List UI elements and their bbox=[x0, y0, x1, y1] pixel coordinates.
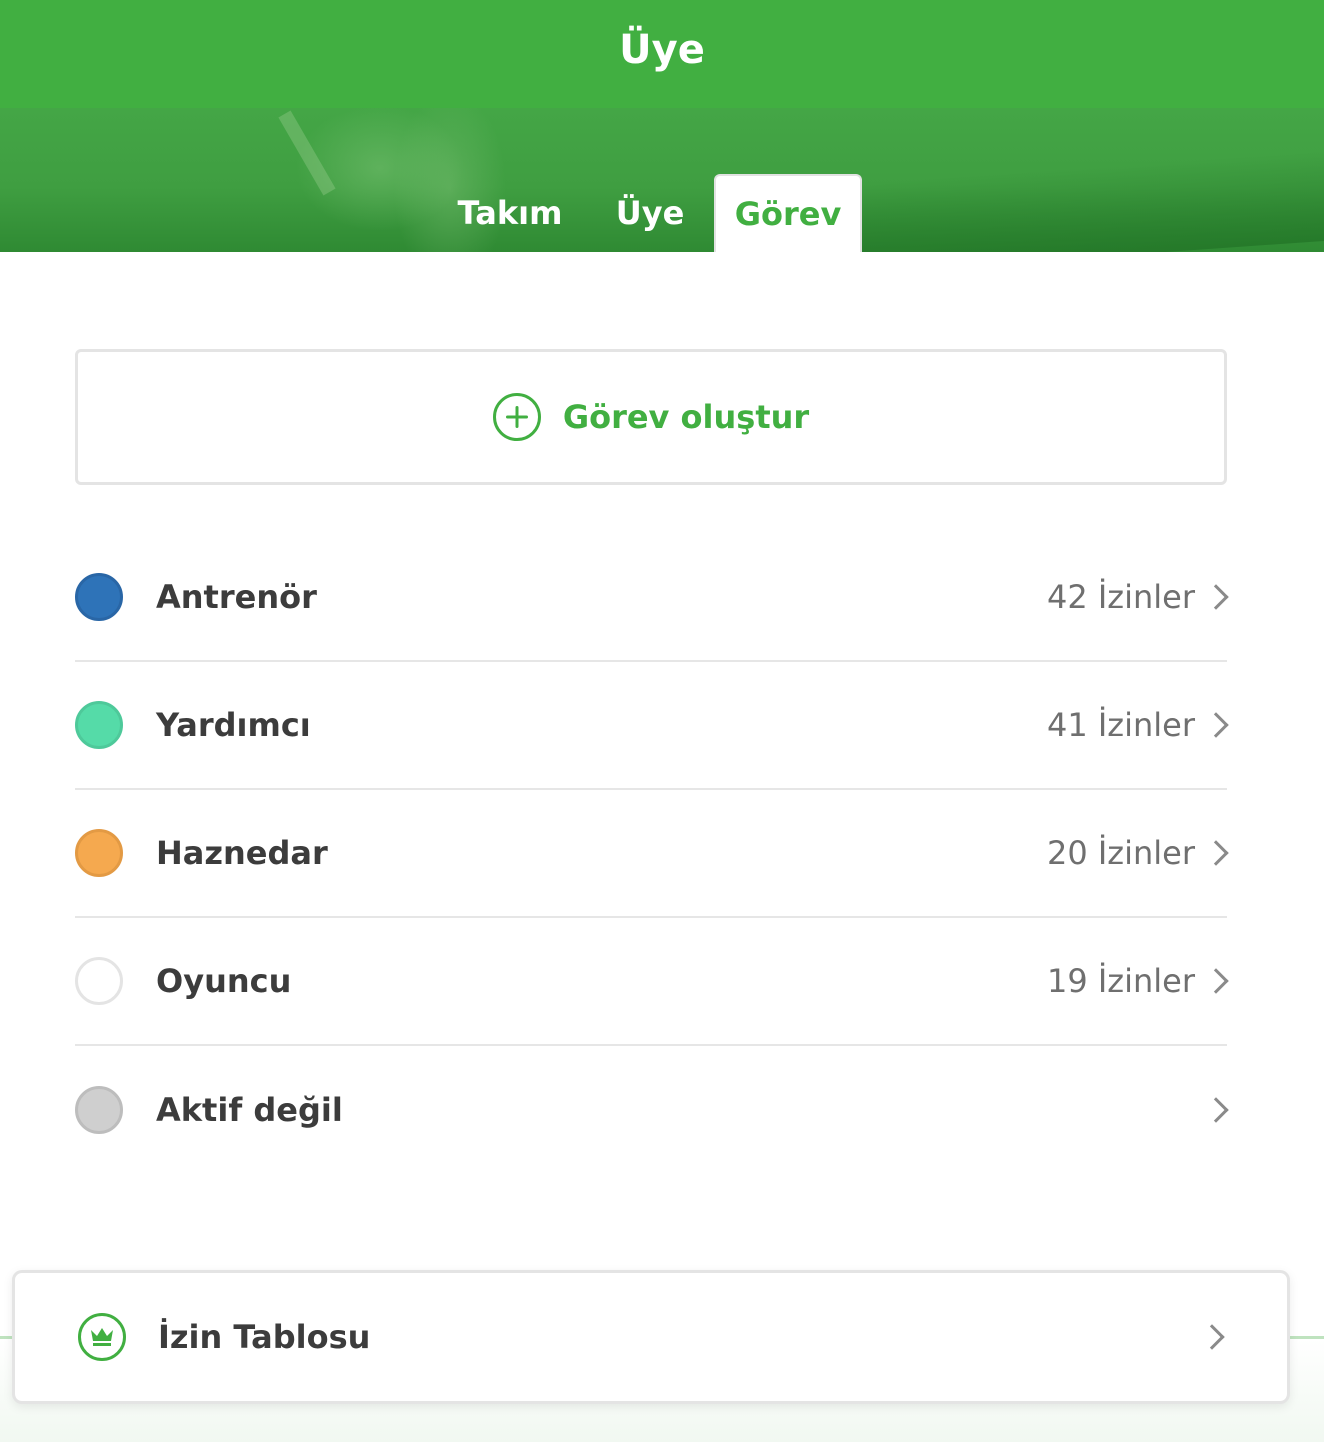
role-row-aktif-degil[interactable]: Aktif değil bbox=[75, 1046, 1229, 1174]
chevron-right-icon bbox=[1203, 584, 1229, 610]
role-color-dot bbox=[75, 829, 123, 877]
role-permission-count: 42 İzinler bbox=[1046, 578, 1195, 616]
chevron-right-icon bbox=[1203, 840, 1229, 866]
top-bar: Üye bbox=[0, 0, 1324, 108]
tab-member[interactable]: Üye bbox=[590, 174, 710, 252]
tab-bar: Takım Üye Görev bbox=[0, 174, 1324, 252]
role-row-haznedar[interactable]: Haznedar 20 İzinler bbox=[75, 790, 1229, 918]
create-role-label: Görev oluştur bbox=[562, 398, 810, 436]
chevron-right-icon bbox=[1203, 1097, 1229, 1123]
page: Üye Takım Üye Görev Görev oluştur Antren… bbox=[0, 0, 1324, 1442]
role-name: Antrenör bbox=[156, 578, 317, 616]
page-title: Üye bbox=[619, 27, 705, 73]
permission-table-button[interactable]: İzin Tablosu bbox=[12, 1270, 1290, 1404]
role-color-dot bbox=[75, 701, 123, 749]
role-permission-count: 19 İzinler bbox=[1046, 962, 1195, 1000]
create-role-button[interactable]: Görev oluştur bbox=[75, 349, 1227, 485]
role-permission-count: 41 İzinler bbox=[1046, 706, 1195, 744]
role-permission-count: 20 İzinler bbox=[1046, 834, 1195, 872]
role-name: Haznedar bbox=[156, 834, 328, 872]
role-name: Yardımcı bbox=[156, 706, 311, 744]
plus-circle-icon bbox=[492, 393, 541, 441]
chevron-right-icon bbox=[1199, 1324, 1225, 1350]
role-name: Aktif değil bbox=[156, 1091, 343, 1129]
tab-team[interactable]: Takım bbox=[440, 174, 580, 252]
role-name: Oyuncu bbox=[156, 962, 292, 1000]
role-list: Antrenör 42 İzinler Yardımcı 41 İzinler … bbox=[75, 534, 1229, 1174]
tab-role[interactable]: Görev bbox=[714, 174, 862, 252]
role-color-dot bbox=[75, 957, 123, 1005]
permission-table-label: İzin Tablosu bbox=[158, 1318, 371, 1356]
role-color-dot bbox=[75, 1086, 123, 1134]
chevron-right-icon bbox=[1203, 712, 1229, 738]
role-row-antrenor[interactable]: Antrenör 42 İzinler bbox=[75, 534, 1229, 662]
role-row-oyuncu[interactable]: Oyuncu 19 İzinler bbox=[75, 918, 1229, 1046]
chevron-right-icon bbox=[1203, 968, 1229, 994]
crown-icon bbox=[78, 1313, 126, 1361]
tab-banner: Takım Üye Görev bbox=[0, 108, 1324, 252]
role-row-yardimci[interactable]: Yardımcı 41 İzinler bbox=[75, 662, 1229, 790]
role-color-dot bbox=[75, 573, 123, 621]
